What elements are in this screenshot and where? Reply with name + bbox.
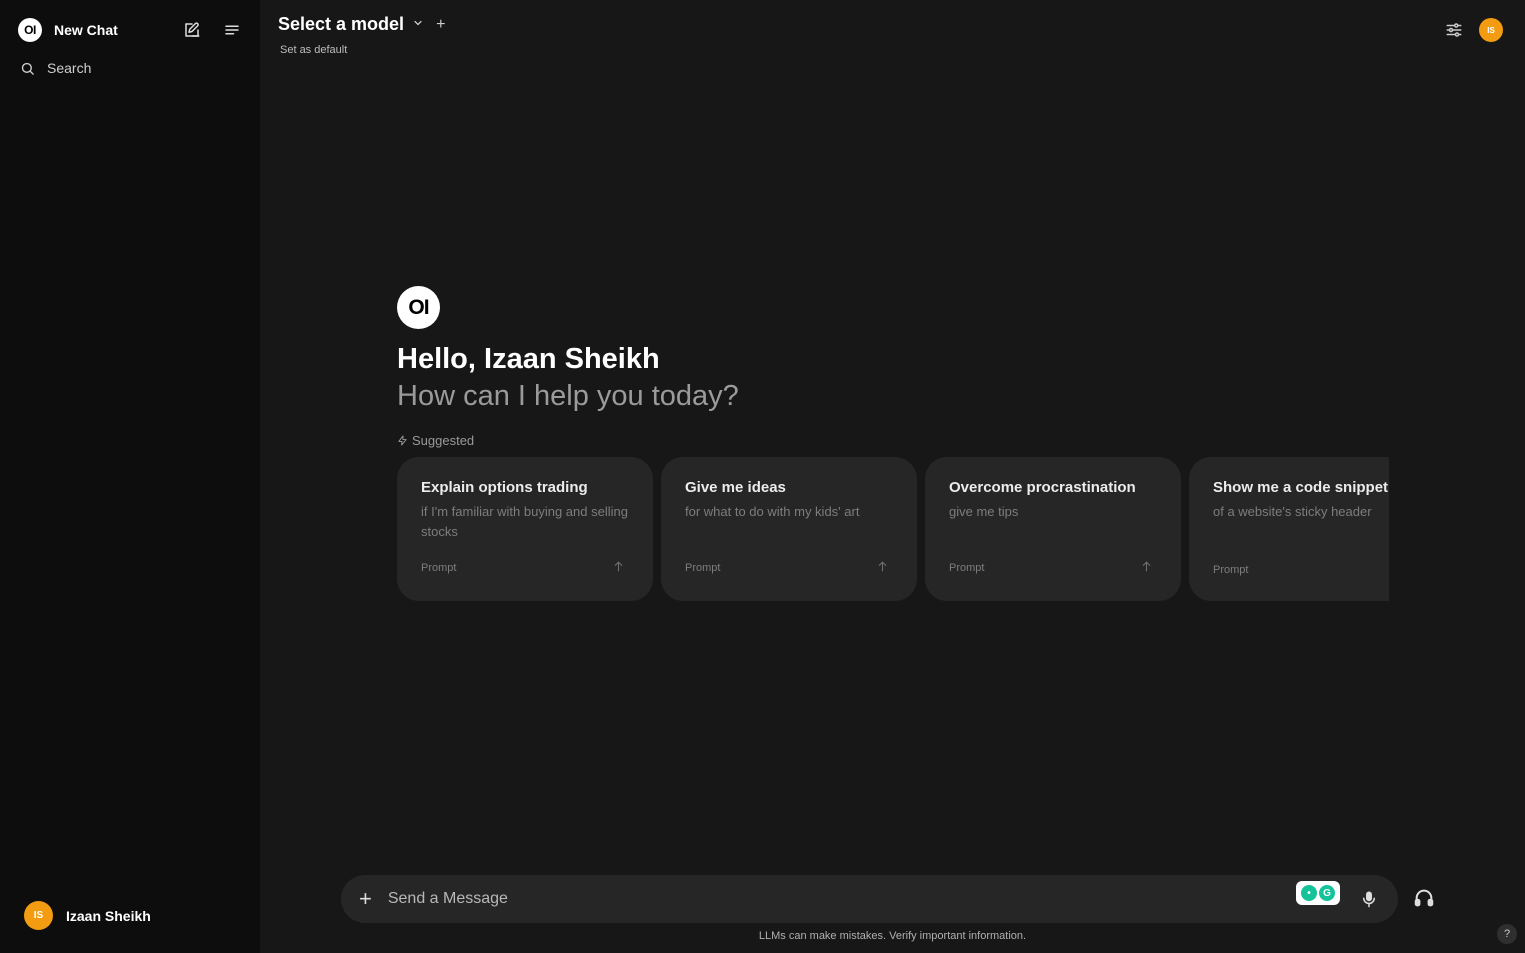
sidebar-search[interactable]: Search bbox=[20, 58, 91, 78]
app-root: OI New Chat Search IS Izaan Sheikh Selec… bbox=[0, 0, 1525, 953]
add-model-plus-icon[interactable]: + bbox=[436, 16, 445, 34]
suggestion-card[interactable]: Explain options trading if I'm familiar … bbox=[397, 457, 653, 601]
search-label: Search bbox=[47, 60, 92, 76]
lightning-bolt-icon bbox=[397, 435, 408, 446]
suggestion-subtitle: if I'm familiar with buying and selling … bbox=[421, 504, 628, 539]
user-name: Izaan Sheikh bbox=[66, 907, 151, 924]
arrow-up-icon bbox=[876, 560, 889, 576]
suggestion-prompt-label: Prompt bbox=[949, 562, 985, 574]
greeting-heading: Hello, Izaan Sheikh bbox=[397, 343, 660, 375]
attach-plus-icon[interactable]: + bbox=[359, 888, 372, 910]
suggested-label: Suggested bbox=[397, 433, 739, 448]
suggestion-prompt-label: Prompt bbox=[685, 562, 721, 574]
model-selector-label[interactable]: Select a model bbox=[278, 14, 404, 35]
sidebar-user-menu[interactable]: IS Izaan Sheikh bbox=[24, 901, 151, 930]
headphones-icon[interactable] bbox=[1413, 887, 1435, 909]
help-button[interactable]: ? bbox=[1497, 924, 1517, 944]
header-actions: IS bbox=[1445, 18, 1503, 42]
suggestion-subtitle: of a website's sticky header bbox=[1213, 504, 1372, 519]
suggestion-card[interactable]: Show me a code snippet of a website's st… bbox=[1189, 457, 1389, 601]
grammarly-bulb-icon: • bbox=[1301, 885, 1317, 901]
message-composer: + • G bbox=[341, 875, 1398, 923]
search-icon bbox=[20, 61, 35, 76]
suggestion-title: Give me ideas bbox=[685, 479, 786, 496]
suggestion-footer: Prompt bbox=[949, 560, 1153, 576]
suggestion-prompt-label: Prompt bbox=[1213, 564, 1249, 576]
suggestion-card[interactable]: Give me ideas for what to do with my kid… bbox=[661, 457, 917, 601]
suggestion-card[interactable]: Overcome procrastination give me tips Pr… bbox=[925, 457, 1181, 601]
suggested-text: Suggested bbox=[412, 433, 475, 448]
message-input[interactable] bbox=[387, 890, 1296, 908]
suggestion-subtitle: for what to do with my kids' art bbox=[685, 504, 860, 519]
arrow-up-icon bbox=[1140, 560, 1153, 576]
suggestion-footer: Prompt bbox=[1213, 564, 1389, 576]
controls-sliders-icon[interactable] bbox=[1445, 21, 1463, 39]
microphone-icon[interactable] bbox=[1360, 889, 1378, 909]
arrow-up-icon bbox=[612, 560, 625, 576]
grammarly-icon[interactable]: • G bbox=[1296, 881, 1340, 905]
greeting-subtitle: How can I help you today? bbox=[397, 380, 739, 412]
model-selector[interactable]: Select a model + bbox=[278, 14, 445, 35]
set-as-default-link[interactable]: Set as default bbox=[280, 44, 347, 56]
new-chat-link[interactable]: New Chat bbox=[54, 22, 118, 38]
openwebui-logo[interactable]: OI bbox=[18, 18, 42, 42]
welcome-logo: OI bbox=[397, 286, 440, 329]
welcome-section: OI Hello, Izaan Sheikh How can I help yo… bbox=[397, 286, 739, 448]
suggestion-footer: Prompt bbox=[685, 560, 889, 576]
suggestion-title: Explain options trading bbox=[421, 479, 588, 496]
main-area: Select a model + Set as default IS OI He… bbox=[260, 0, 1525, 953]
sidebar-toggle-menu-icon[interactable] bbox=[220, 18, 244, 42]
suggestion-title: Show me a code snippet bbox=[1213, 479, 1389, 496]
grammarly-g-icon: G bbox=[1319, 885, 1335, 901]
sidebar-header: OI New Chat bbox=[0, 14, 260, 46]
new-chat-edit-icon[interactable] bbox=[180, 18, 204, 42]
suggestion-prompt-label: Prompt bbox=[421, 562, 457, 574]
header-user-avatar[interactable]: IS bbox=[1479, 18, 1503, 42]
user-avatar: IS bbox=[24, 901, 53, 930]
disclaimer-text: LLMs can make mistakes. Verify important… bbox=[758, 930, 1027, 942]
suggestion-footer: Prompt bbox=[421, 560, 625, 576]
suggestion-subtitle: give me tips bbox=[949, 504, 1019, 519]
suggestion-cards: Explain options trading if I'm familiar … bbox=[397, 457, 1389, 601]
chevron-down-icon[interactable] bbox=[412, 17, 424, 32]
suggestion-title: Overcome procrastination bbox=[949, 479, 1136, 496]
sidebar: OI New Chat Search IS Izaan Sheikh bbox=[0, 0, 260, 953]
